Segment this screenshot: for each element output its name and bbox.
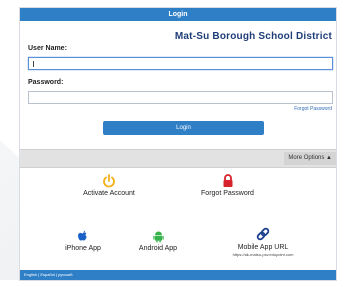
forgot-password-link[interactable]: Forgot Password bbox=[294, 106, 332, 112]
password-input[interactable] bbox=[28, 91, 333, 104]
district-name: Mat-Su Borough School District bbox=[174, 31, 332, 42]
mobile-app-url-value: https://ak-matsu-psv.edupoint.com bbox=[232, 252, 294, 257]
forgot-password-tile[interactable]: Forgot Password bbox=[180, 174, 275, 197]
android-app-tile[interactable]: Android App bbox=[120, 230, 196, 252]
login-button[interactable]: Login bbox=[103, 121, 264, 135]
activate-account-tile[interactable]: Activate Account bbox=[69, 174, 149, 197]
login-panel: Login Mat-Su Borough School District Use… bbox=[19, 7, 337, 281]
chevron-up-icon: ▲ bbox=[326, 155, 332, 161]
android-icon bbox=[152, 231, 164, 243]
more-options-label: More Options bbox=[288, 155, 325, 161]
lock-icon bbox=[223, 174, 232, 187]
apple-icon bbox=[78, 230, 87, 241]
text-caret bbox=[33, 61, 34, 67]
language-footer[interactable]: English | Español | русский bbox=[20, 270, 336, 280]
iphone-app-tile[interactable]: iPhone App bbox=[48, 230, 118, 252]
android-app-label: Android App bbox=[138, 245, 178, 252]
options-bar: More Options ▲ bbox=[20, 149, 336, 168]
login-header: Login bbox=[20, 8, 336, 21]
power-icon bbox=[103, 174, 115, 188]
iphone-app-label: iPhone App bbox=[65, 245, 101, 252]
mobile-app-url-label: Mobile App URL bbox=[237, 244, 289, 251]
mobile-app-url-tile[interactable]: Mobile App URL https://ak-matsu-psv.edup… bbox=[200, 226, 326, 257]
username-input[interactable] bbox=[28, 57, 333, 70]
more-options-button[interactable]: More Options ▲ bbox=[284, 152, 336, 165]
password-label: Password: bbox=[28, 79, 64, 86]
link-icon bbox=[256, 227, 270, 241]
activate-account-label: Activate Account bbox=[83, 190, 135, 197]
forgot-password-label: Forgot Password bbox=[201, 190, 254, 197]
username-label: User Name: bbox=[28, 45, 67, 52]
